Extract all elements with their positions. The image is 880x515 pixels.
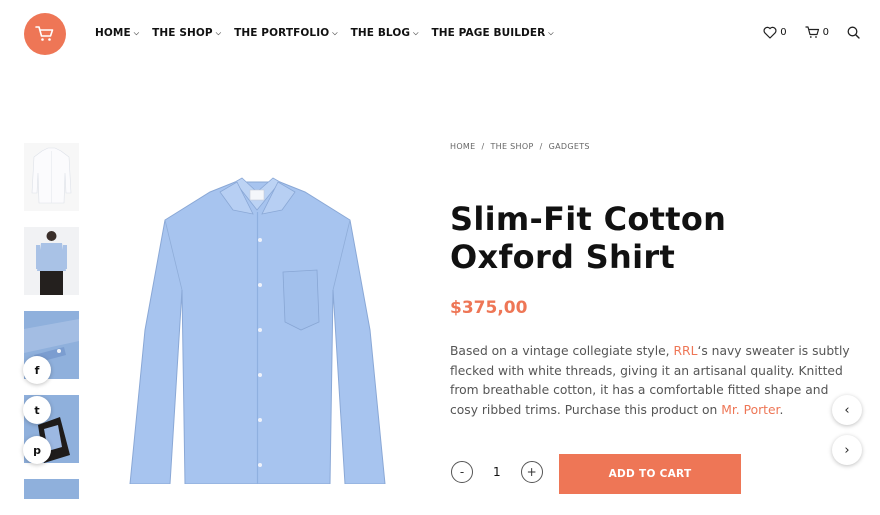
chevron-down-icon: ⌵ bbox=[215, 28, 222, 37]
twitter-share-button[interactable]: t bbox=[23, 396, 51, 424]
quantity-stepper: - 1 + bbox=[451, 461, 543, 483]
nav-label: HOME bbox=[95, 27, 131, 39]
breadcrumb-home[interactable]: HOME bbox=[450, 142, 475, 151]
nav-item-page-builder[interactable]: THE PAGE BUILDER ⌵ bbox=[432, 27, 554, 39]
description-text: . bbox=[779, 403, 784, 418]
thumbnail-image bbox=[36, 231, 67, 295]
nav-item-portfolio[interactable]: THE PORTFOLIO ⌵ bbox=[234, 27, 338, 39]
header-actions: 0 0 bbox=[763, 26, 860, 39]
heart-icon bbox=[763, 26, 777, 39]
rrl-link[interactable]: RRL bbox=[674, 344, 698, 358]
thumbnail-front[interactable] bbox=[24, 143, 79, 211]
thumbnail-image bbox=[31, 147, 72, 204]
breadcrumb-gadgets[interactable]: GADGETS bbox=[549, 142, 590, 151]
nav-label: THE SHOP bbox=[152, 27, 213, 39]
cart-count: 0 bbox=[822, 27, 829, 38]
product-main-image[interactable] bbox=[105, 170, 405, 485]
pinterest-share-button[interactable]: p bbox=[23, 436, 51, 464]
thumbnail-more[interactable] bbox=[24, 479, 79, 499]
facebook-share-button[interactable]: f bbox=[23, 356, 51, 384]
mr-porter-link[interactable]: Mr. Porter bbox=[721, 403, 779, 417]
search-button[interactable] bbox=[847, 26, 860, 39]
nav-item-home[interactable]: HOME ⌵ bbox=[95, 27, 139, 39]
wishlist-count: 0 bbox=[780, 27, 787, 38]
nav-label: THE BLOG bbox=[350, 27, 411, 39]
search-icon bbox=[847, 26, 860, 39]
product-price: $375,00 bbox=[450, 298, 528, 318]
logo[interactable] bbox=[24, 13, 66, 55]
chevron-down-icon: ⌵ bbox=[548, 28, 554, 37]
breadcrumb-shop[interactable]: THE SHOP bbox=[490, 142, 533, 151]
wishlist-button[interactable]: 0 bbox=[763, 26, 787, 39]
quantity-plus-button[interactable]: + bbox=[520, 461, 543, 483]
pinterest-icon: p bbox=[33, 443, 41, 457]
next-product-button[interactable]: › bbox=[832, 435, 862, 465]
twitter-icon: t bbox=[34, 403, 40, 417]
chevron-down-icon: ⌵ bbox=[332, 28, 338, 37]
chevron-left-icon: ‹ bbox=[844, 402, 850, 418]
main-nav: HOME ⌵ THE SHOP ⌵ THE PORTFOLIO ⌵ THE BLOG ⌵… bbox=[95, 27, 554, 39]
shirt-image bbox=[129, 177, 386, 485]
cart-button[interactable]: 0 bbox=[805, 26, 829, 39]
product-title: Slim-Fit Cotton Oxford Shirt bbox=[450, 200, 727, 276]
cart-icon bbox=[35, 26, 54, 41]
nav-label: THE PORTFOLIO bbox=[234, 27, 330, 39]
chevron-down-icon: ⌵ bbox=[133, 28, 140, 37]
chevron-right-icon: › bbox=[844, 442, 850, 458]
thumbnail-model[interactable] bbox=[24, 227, 79, 295]
nav-item-shop[interactable]: THE SHOP ⌵ bbox=[152, 27, 221, 39]
breadcrumb-separator: / bbox=[539, 142, 543, 151]
product-description: Based on a vintage collegiate style, RRL… bbox=[450, 342, 860, 421]
facebook-icon: f bbox=[34, 363, 40, 377]
nav-label: THE PAGE BUILDER bbox=[431, 27, 546, 39]
prev-product-button[interactable]: ‹ bbox=[832, 395, 862, 425]
nav-item-blog[interactable]: THE BLOG ⌵ bbox=[351, 27, 419, 39]
cart-icon bbox=[805, 26, 819, 38]
add-to-cart-button[interactable]: ADD TO CART bbox=[559, 454, 741, 494]
breadcrumb-separator: / bbox=[481, 142, 485, 151]
breadcrumb: HOME / THE SHOP / GADGETS bbox=[450, 142, 590, 151]
quantity-value[interactable]: 1 bbox=[493, 465, 501, 479]
quantity-minus-button[interactable]: - bbox=[451, 461, 473, 483]
chevron-down-icon: ⌵ bbox=[413, 28, 419, 37]
description-text: Based on a vintage collegiate style, bbox=[450, 344, 674, 358]
